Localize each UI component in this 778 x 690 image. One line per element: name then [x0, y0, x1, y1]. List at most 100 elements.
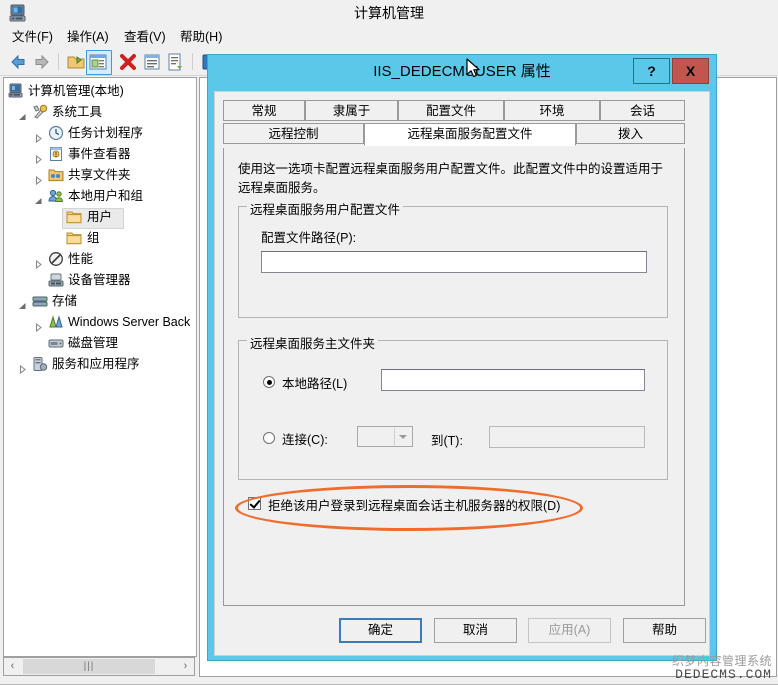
- profile-path-label: 配置文件路径(P):: [261, 231, 357, 245]
- twisty-collapsed-icon[interactable]: [34, 171, 43, 186]
- twisty-collapsed-icon[interactable]: [34, 318, 43, 333]
- local-path-input[interactable]: [381, 369, 645, 391]
- radio-local-path-label: 本地路径(L): [282, 377, 348, 391]
- tab-general[interactable]: 常规: [223, 100, 305, 121]
- deny-logon-checkbox-indicator[interactable]: [248, 497, 261, 510]
- tree-item-label: 性能: [68, 252, 94, 266]
- computer-icon: [8, 83, 24, 99]
- tools-icon: [32, 104, 48, 120]
- clock-icon: [48, 125, 64, 141]
- watermark: 织梦内容管理系统 DEDECMS.COM: [672, 654, 772, 682]
- menu-action[interactable]: 操作(A): [63, 29, 113, 46]
- disk-management-icon: [48, 335, 64, 351]
- profile-path-input[interactable]: [261, 251, 647, 273]
- tab-remote-control[interactable]: 远程控制: [223, 123, 364, 144]
- tree-item-label: 共享文件夹: [68, 168, 131, 182]
- console-tree-pane: 计算机管理(本地) 系统工具 任务计划程序 事件查看器 共享文件夹 本地用户和组…: [3, 77, 197, 657]
- toolbar-separator-2: [192, 53, 193, 70]
- tree-item-label: 存储: [52, 294, 78, 308]
- tree-horizontal-scrollbar[interactable]: ‹ ||| ›: [3, 657, 195, 676]
- tab-row-top: 常规 隶属于 配置文件 环境 会话: [223, 100, 685, 121]
- ok-button[interactable]: 确定: [339, 618, 422, 643]
- dialog-body: 常规 隶属于 配置文件 环境 会话 远程控制 远程桌面服务配置文件 拨入 使用这…: [214, 91, 710, 656]
- tree-item-label: 磁盘管理: [68, 336, 119, 350]
- group-remote-desktop-services-home-folder: 远程桌面服务主文件夹 本地路径(L) 连接(C): 到(T):: [238, 333, 668, 480]
- twisty-expanded-icon[interactable]: [18, 108, 27, 120]
- watermark-domain: DEDECMS.COM: [675, 667, 772, 682]
- properties-icon[interactable]: [88, 52, 108, 72]
- back-arrow-icon[interactable]: [8, 52, 28, 72]
- twisty-expanded-icon[interactable]: [18, 297, 27, 309]
- backup-icon: [48, 314, 64, 330]
- radio-connect-label: 连接(C):: [282, 433, 328, 447]
- tree-item-label: 任务计划程序: [68, 126, 144, 140]
- window-titlebar: 计算机管理: [0, 0, 778, 26]
- group-remote-desktop-services-user-profile: 远程桌面服务用户配置文件 配置文件路径(P):: [238, 199, 668, 318]
- scroll-thumb[interactable]: |||: [23, 659, 155, 674]
- tree-item-label: 计算机管理(本地): [28, 84, 124, 98]
- tree-item-label: 设备管理器: [68, 273, 131, 287]
- group-legend: 远程桌面服务主文件夹: [247, 333, 379, 352]
- menu-bar: 文件(F) 操作(A) 查看(V) 帮助(H): [0, 26, 778, 49]
- twisty-expanded-icon[interactable]: [34, 192, 43, 204]
- menu-view[interactable]: 查看(V): [120, 29, 170, 46]
- refresh-icon[interactable]: [142, 52, 162, 72]
- tab-page-remote-desktop-services-profile: 使用这一选项卡配置远程桌面服务用户配置文件。此配置文件中的设置适用于远程桌面服务…: [223, 148, 685, 606]
- tab-sessions[interactable]: 会话: [600, 100, 685, 121]
- window-title: 计算机管理: [354, 5, 424, 21]
- unc-path-input[interactable]: [489, 426, 645, 448]
- scroll-left-button[interactable]: ‹: [4, 658, 21, 675]
- tab-description: 使用这一选项卡配置远程桌面服务用户配置文件。此配置文件中的设置适用于远程桌面服务…: [238, 162, 664, 195]
- help-button[interactable]: 帮助: [623, 618, 706, 643]
- screenshot-root: 计算机管理 文件(F) 操作(A) 查看(V) 帮助(H) 计算机管理(本地) …: [0, 0, 778, 690]
- scroll-right-button[interactable]: ›: [177, 658, 194, 675]
- toolbar-separator: [58, 53, 59, 70]
- menu-file[interactable]: 文件(F): [8, 29, 57, 46]
- shared-folder-icon: [48, 167, 64, 183]
- apply-button: 应用(A): [528, 618, 611, 643]
- services-icon: [32, 356, 48, 372]
- cancel-button[interactable]: 取消: [434, 618, 517, 643]
- deny-logon-checkbox-label: 拒绝该用户登录到远程桌面会话主机服务器的权限(D): [268, 499, 561, 513]
- folder-icon: [66, 209, 82, 225]
- tab-environment[interactable]: 环境: [504, 100, 600, 121]
- delete-x-icon[interactable]: [118, 52, 138, 72]
- twisty-collapsed-icon[interactable]: [34, 255, 43, 270]
- watermark-chinese: 织梦内容管理系统: [671, 654, 772, 668]
- to-label: 到(T):: [431, 434, 463, 448]
- dialog-close-button[interactable]: X: [672, 58, 709, 84]
- forward-arrow-icon[interactable]: [32, 52, 52, 72]
- tree-item-label: 事件查看器: [68, 147, 131, 161]
- dialog-help-button[interactable]: ?: [633, 58, 670, 84]
- group-legend: 远程桌面服务用户配置文件: [247, 199, 404, 218]
- export-list-icon[interactable]: [166, 52, 186, 72]
- tree-item-label: Windows Server Back: [68, 315, 191, 329]
- dialog-button-bar: 确定 取消 应用(A) 帮助: [215, 618, 709, 643]
- user-properties-dialog: IIS_DEDECMSUSER 属性 ? X 常规 隶属于 配置文件 环境 会话…: [207, 54, 717, 661]
- tree-item-label: 组: [87, 231, 100, 245]
- tree-item-label: 用户: [87, 210, 113, 224]
- folder-icon: [66, 230, 82, 246]
- tree-item-label: 本地用户和组: [68, 189, 144, 203]
- chevron-down-icon[interactable]: [394, 428, 411, 445]
- up-folder-icon[interactable]: [66, 52, 86, 72]
- tree-item-label: 服务和应用程序: [52, 357, 140, 371]
- device-manager-icon: [48, 272, 64, 288]
- tab-profile[interactable]: 配置文件: [398, 100, 504, 121]
- performance-icon: [48, 251, 64, 267]
- tab-dial-in[interactable]: 拨入: [576, 123, 685, 144]
- tab-remote-desktop-services-profile[interactable]: 远程桌面服务配置文件: [364, 123, 576, 146]
- twisty-collapsed-icon[interactable]: [34, 150, 43, 165]
- tab-row-bottom: 远程控制 远程桌面服务配置文件 拨入: [223, 123, 685, 148]
- twisty-collapsed-icon[interactable]: [18, 360, 27, 375]
- drive-letter-select[interactable]: [357, 426, 413, 447]
- users-groups-icon: [48, 188, 64, 204]
- tree-item-label: 系统工具: [52, 105, 103, 119]
- storage-icon: [32, 293, 48, 309]
- menu-help[interactable]: 帮助(H): [176, 29, 226, 46]
- event-log-icon: [48, 146, 64, 162]
- radio-connect-indicator[interactable]: [263, 432, 275, 444]
- radio-local-path-indicator[interactable]: [263, 376, 275, 388]
- twisty-collapsed-icon[interactable]: [34, 129, 43, 144]
- tab-member-of[interactable]: 隶属于: [305, 100, 398, 121]
